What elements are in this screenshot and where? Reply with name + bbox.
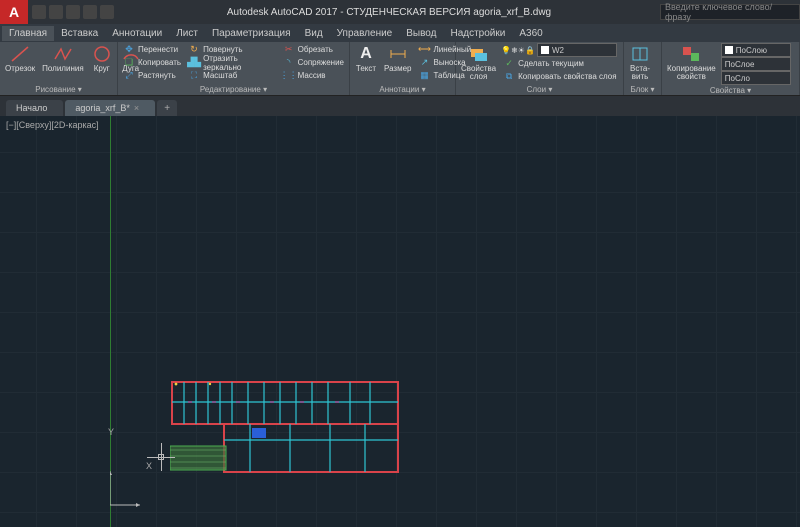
- ribbon: Отрезок Полилиния Круг Дуга Рисование ▾ …: [0, 42, 800, 96]
- ucs-y-label: Y: [108, 427, 114, 437]
- trim-button[interactable]: ✂Обрезать: [281, 43, 346, 56]
- panel-modify: ✥Перенести ❏Копировать ⤢Растянуть ↻Повер…: [118, 42, 350, 95]
- ribbon-tabs: Главная Вставка Аннотации Лист Параметри…: [0, 24, 800, 42]
- fillet-icon: ◝: [283, 58, 295, 68]
- leader-icon: ↗: [419, 58, 431, 68]
- floor-plan-drawing: [170, 380, 400, 475]
- polyline-icon: [52, 44, 74, 64]
- line-button[interactable]: Отрезок: [3, 43, 37, 74]
- tab-layout[interactable]: Лист: [169, 26, 205, 41]
- make-current-icon: ✓: [503, 59, 515, 69]
- view-controls[interactable]: [−][Сверху][2D-каркас]: [6, 120, 99, 130]
- file-tabs: Начало agoria_xrf_B*× +: [0, 96, 800, 116]
- tab-parametric[interactable]: Параметризация: [205, 26, 298, 41]
- panel-properties-title[interactable]: Свойства ▾: [665, 85, 796, 95]
- match-layer-icon: ⧉: [503, 72, 515, 82]
- tab-view[interactable]: Вид: [298, 26, 330, 41]
- mirror-button[interactable]: ▟▙Отразить зеркально: [186, 56, 278, 69]
- panel-draw: Отрезок Полилиния Круг Дуга Рисование ▾: [0, 42, 118, 95]
- panel-layers-title[interactable]: Слои ▾: [459, 84, 620, 94]
- match-layer-button[interactable]: ⧉Копировать свойства слоя: [501, 70, 620, 83]
- tab-output[interactable]: Вывод: [399, 26, 443, 41]
- text-button[interactable]: A Текст: [353, 43, 379, 74]
- qat-save-icon[interactable]: [66, 5, 80, 19]
- scale-icon: ⛶: [188, 71, 200, 81]
- tab-manage[interactable]: Управление: [330, 26, 400, 41]
- circle-button[interactable]: Круг: [89, 43, 115, 74]
- app-logo[interactable]: A: [0, 0, 28, 24]
- new-tab-button[interactable]: +: [157, 100, 177, 116]
- tab-a360[interactable]: A360: [512, 26, 549, 41]
- linear-icon: ⟷: [419, 45, 431, 55]
- quick-access-toolbar: [28, 5, 118, 19]
- rotate-icon: ↻: [188, 45, 200, 55]
- mirror-icon: ▟▙: [188, 58, 200, 68]
- panel-annotation-title[interactable]: Аннотации ▾: [353, 84, 452, 94]
- line-icon: [9, 44, 31, 64]
- stretch-button[interactable]: ⤢Растянуть: [121, 69, 183, 82]
- ucs-x-label: X: [146, 461, 152, 471]
- vertical-guide: [110, 116, 111, 527]
- panel-properties: Копирование свойств ПоСлою ПоСлое ПоСло …: [662, 42, 800, 95]
- layer-properties-icon: [468, 44, 490, 64]
- file-tab-document[interactable]: agoria_xrf_B*×: [65, 100, 155, 116]
- layer-properties-button[interactable]: Свойства слоя: [459, 43, 498, 82]
- close-icon[interactable]: ×: [134, 103, 139, 113]
- insert-block-button[interactable]: Вста- вить: [627, 43, 653, 82]
- copy-icon: ❏: [123, 58, 135, 68]
- stretch-icon: ⤢: [123, 71, 135, 81]
- match-properties-button[interactable]: Копирование свойств: [665, 43, 718, 82]
- search-placeholder: Введите ключевое слово/фразу: [665, 2, 795, 22]
- qat-open-icon[interactable]: [49, 5, 63, 19]
- insert-block-icon: [629, 44, 651, 64]
- array-button[interactable]: ⋮⋮Массив: [281, 69, 346, 82]
- text-icon: A: [355, 44, 377, 64]
- qat-undo-icon[interactable]: [83, 5, 97, 19]
- color-combo[interactable]: ПоСлою: [721, 43, 791, 57]
- circle-icon: [91, 44, 113, 64]
- grid: [0, 116, 800, 527]
- panel-block-title[interactable]: Блок ▾: [627, 84, 658, 94]
- scale-button[interactable]: ⛶Масштаб: [186, 69, 278, 82]
- qat-new-icon[interactable]: [32, 5, 46, 19]
- tab-annotate[interactable]: Аннотации: [105, 26, 169, 41]
- dimension-button[interactable]: Размер: [382, 43, 414, 74]
- array-icon: ⋮⋮: [283, 71, 295, 81]
- linetype-combo[interactable]: ПоСло: [721, 71, 791, 85]
- move-button[interactable]: ✥Перенести: [121, 43, 183, 56]
- move-icon: ✥: [123, 45, 135, 55]
- panel-layers: Свойства слоя 💡❄☀🔒 W2 ✓Сделать текущим ⧉…: [456, 42, 624, 95]
- qat-redo-icon[interactable]: [100, 5, 114, 19]
- title-bar: A Autodesk AutoCAD 2017 - СТУДЕНЧЕСКАЯ В…: [0, 0, 800, 24]
- panel-annotation: A Текст Размер ⟷Линейный ↗Выноска ▦Табли…: [350, 42, 456, 95]
- make-current-button[interactable]: ✓Сделать текущим: [501, 57, 620, 70]
- layer-combo[interactable]: W2: [537, 43, 617, 57]
- search-input[interactable]: Введите ключевое слово/фразу: [660, 4, 800, 20]
- dim-icon: [387, 44, 409, 64]
- fillet-button[interactable]: ◝Сопряжение: [281, 56, 346, 69]
- file-tab-start[interactable]: Начало: [6, 100, 63, 116]
- window-title: Autodesk AutoCAD 2017 - СТУДЕНЧЕСКАЯ ВЕР…: [118, 7, 660, 18]
- tab-insert[interactable]: Вставка: [54, 26, 105, 41]
- copy-button[interactable]: ❏Копировать: [121, 56, 183, 69]
- trim-icon: ✂: [283, 45, 295, 55]
- lineweight-combo[interactable]: ПоСлое: [721, 57, 791, 71]
- panel-block: Вста- вить Блок ▾: [624, 42, 662, 95]
- match-properties-icon: [680, 44, 702, 64]
- tab-addins[interactable]: Надстройки: [443, 26, 512, 41]
- table-icon: ▦: [419, 71, 431, 81]
- drawing-area[interactable]: [−][Сверху][2D-каркас]: [0, 116, 800, 527]
- tab-main[interactable]: Главная: [2, 26, 54, 41]
- panel-draw-title[interactable]: Рисование ▾: [3, 84, 114, 94]
- panel-modify-title[interactable]: Редактирование ▾: [121, 84, 346, 94]
- layer-state-icons[interactable]: 💡❄☀🔒: [501, 46, 535, 55]
- polyline-button[interactable]: Полилиния: [40, 43, 86, 74]
- ucs-icon[interactable]: Y X: [110, 467, 150, 509]
